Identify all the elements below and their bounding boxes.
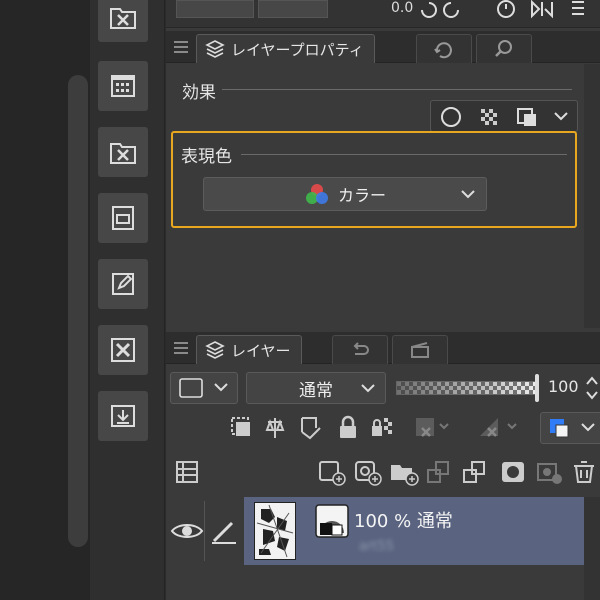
navigator-preview	[176, 0, 254, 18]
layer-opacity-mode: 100 % 通常	[354, 511, 453, 532]
layer-name: art55	[359, 539, 394, 554]
color-swatch-icon	[179, 378, 203, 398]
opacity-slider[interactable]	[396, 381, 538, 395]
close-folder-icon	[110, 8, 136, 29]
tab-layer-property[interactable]: レイヤープロパティ	[196, 34, 375, 63]
opacity-gradient	[397, 382, 537, 394]
expression-color-value: カラー	[337, 186, 386, 205]
blend-mode-select[interactable]: 通常	[246, 372, 386, 404]
mask-icon[interactable]	[412, 414, 452, 442]
layer-thumbnail-image	[255, 503, 295, 559]
reference-layer-icon[interactable]	[260, 414, 290, 442]
lock-icon[interactable]	[334, 414, 362, 442]
layer-color-effect-icon[interactable]	[515, 105, 541, 129]
new-raster-layer-icon[interactable]	[316, 458, 348, 486]
layer-toolbar: 通常 100	[166, 364, 600, 496]
transfer-down-icon[interactable]	[424, 458, 454, 486]
pen-icon[interactable]	[208, 515, 240, 547]
close-icon	[111, 338, 135, 362]
chevron-down-icon[interactable]	[551, 109, 571, 125]
panel-grip[interactable]	[174, 342, 188, 357]
rotate-controls-icon[interactable]	[418, 0, 518, 20]
close-folder-button[interactable]	[98, 0, 148, 42]
draft-layer-icon[interactable]	[296, 414, 326, 442]
selected-layer[interactable]: 100 % 通常 art55	[244, 497, 584, 565]
divider	[241, 154, 567, 155]
list-view-icon[interactable]	[174, 458, 200, 486]
effect-label: 効果	[182, 83, 216, 103]
history-icon	[434, 42, 452, 59]
edit-button[interactable]	[98, 259, 148, 309]
merge-down-icon[interactable]	[460, 458, 490, 486]
layers-icon	[205, 341, 225, 359]
undo-icon	[353, 342, 369, 355]
open-file-button[interactable]	[98, 193, 148, 243]
tab-undo-history[interactable]	[332, 335, 388, 364]
clip-layer-icon[interactable]	[226, 414, 256, 442]
tab-animation[interactable]	[392, 335, 448, 364]
chevron-down-icon	[214, 383, 228, 392]
layer-mask-icon[interactable]	[498, 458, 528, 486]
new-vector-layer-icon[interactable]	[352, 458, 384, 486]
search-icon	[495, 40, 512, 57]
rotation-value: 0.0	[391, 0, 414, 16]
layer-property-tabbar: レイヤープロパティ	[166, 31, 600, 63]
tab-label: レイヤー	[231, 341, 291, 360]
tab-label: レイヤープロパティ	[231, 40, 364, 59]
trash-icon[interactable]	[570, 458, 598, 486]
command-bar	[90, 0, 165, 600]
layer-color-select[interactable]	[170, 372, 238, 404]
layer-thumbnail	[254, 502, 296, 560]
close-button[interactable]	[98, 325, 148, 375]
flip-icon[interactable]	[528, 0, 598, 20]
opacity-slider-thumb[interactable]	[535, 374, 539, 402]
chevron-down-icon	[581, 423, 595, 432]
chevron-down-icon	[461, 190, 475, 199]
import-button[interactable]	[98, 391, 148, 441]
layer-panel-tabbar: レイヤー	[166, 332, 600, 364]
tab-history[interactable]	[416, 34, 472, 63]
navigator-strip: 0.0	[166, 0, 600, 28]
eye-icon[interactable]	[170, 519, 204, 543]
expression-color-label: 表現色	[181, 147, 232, 167]
divider	[222, 89, 572, 90]
tab-layer[interactable]: レイヤー	[196, 335, 302, 364]
new-folder-icon[interactable]	[388, 458, 420, 486]
right-panel-dock: 0.0 レイヤープロパティ 効果 表現色 カラー レイヤー 通常 100 100…	[166, 0, 600, 600]
navigator-preview	[258, 0, 328, 18]
layer-palette-select[interactable]	[540, 412, 600, 444]
clapper-icon	[411, 342, 429, 358]
apply-mask-icon[interactable]	[534, 458, 564, 486]
mask-thumbnail-icon	[315, 504, 349, 538]
lock-transparency-icon[interactable]	[368, 414, 398, 442]
layer-property-icon	[205, 40, 225, 58]
import-icon	[111, 405, 135, 427]
panel-scrollbar[interactable]	[584, 64, 600, 328]
layer-scrollbar[interactable]	[584, 497, 600, 600]
opacity-value: 100	[548, 377, 579, 396]
close-file-icon	[110, 143, 136, 164]
tone-effect-icon[interactable]	[477, 105, 503, 129]
divider	[204, 501, 205, 561]
vertical-scrollbar[interactable]	[68, 75, 88, 547]
edit-icon	[112, 273, 134, 295]
effect-buttons	[430, 100, 578, 132]
palette-color-icon	[550, 419, 569, 438]
grid-button[interactable]	[98, 61, 148, 111]
panel-grip[interactable]	[174, 41, 188, 56]
grid-icon	[111, 75, 135, 97]
expression-color-select[interactable]: カラー	[203, 177, 487, 211]
file-icon	[112, 206, 134, 230]
tab-search[interactable]	[476, 34, 532, 63]
blend-mode-value: 通常	[299, 380, 333, 401]
close-file-button[interactable]	[98, 127, 148, 177]
chevron-down-icon	[361, 384, 375, 393]
ruler-icon[interactable]	[476, 414, 522, 442]
layer-list-item[interactable]: 100 % 通常 art55	[166, 497, 600, 565]
opacity-stepper-icon[interactable]	[584, 374, 600, 402]
expression-color-group: 表現色 カラー	[171, 131, 577, 228]
color-circles-icon	[305, 184, 328, 204]
border-effect-icon[interactable]	[439, 105, 465, 129]
